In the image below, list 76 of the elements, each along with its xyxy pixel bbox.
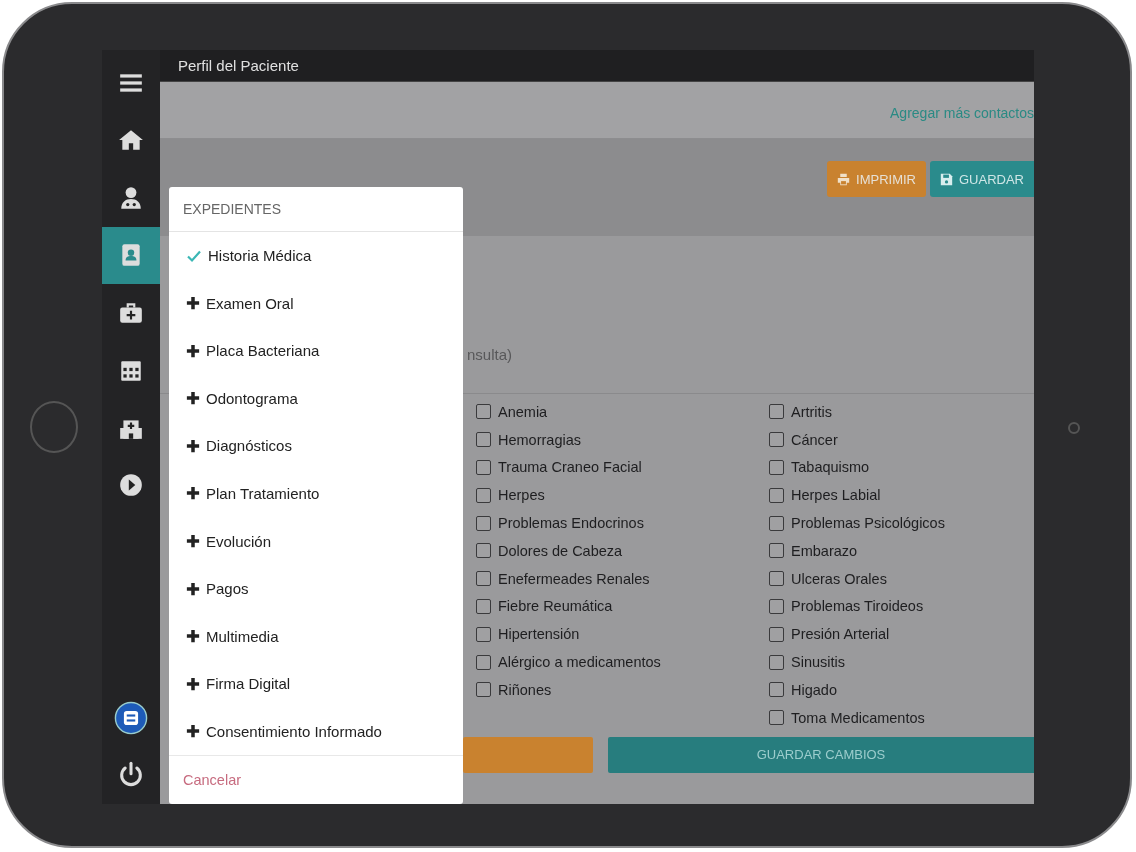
- checkbox-label: Hemorragias: [498, 431, 581, 448]
- plus-icon: [186, 676, 200, 691]
- checkbox-label: Anemia: [498, 403, 548, 420]
- checkbox[interactable]: [769, 682, 784, 698]
- checkbox-label: Cáncer: [791, 431, 838, 448]
- menu-item[interactable]: Consentimiento Informado: [169, 707, 463, 756]
- menu-title: EXPEDIENTES: [169, 187, 463, 232]
- checkbox[interactable]: [769, 598, 784, 614]
- checkbox-label: Problemas Psicológicos: [791, 515, 945, 532]
- plus-icon: [186, 629, 200, 644]
- checkbox[interactable]: [769, 487, 784, 503]
- plus-icon: [186, 391, 200, 406]
- checkbox-label: Presión Arterial: [791, 626, 890, 643]
- menu-item[interactable]: Placa Bacteriana: [169, 327, 463, 375]
- menu-item[interactable]: Historia Médica: [169, 231, 463, 280]
- checkbox[interactable]: [769, 432, 784, 448]
- checkbox-label: Herpes Labial: [791, 487, 881, 504]
- checkbox-label: Problemas Tiroideos: [791, 598, 924, 615]
- plus-icon: [186, 296, 200, 311]
- plus-icon: [186, 724, 200, 739]
- checkbox-label: Problemas Endocrinos: [498, 515, 644, 532]
- checkbox-label: Trauma Craneo Facial: [498, 459, 642, 476]
- checkbox[interactable]: [769, 626, 784, 642]
- plus-icon: [186, 581, 200, 596]
- menu-item[interactable]: Pagos: [169, 564, 463, 613]
- checkbox-label: Ulceras Orales: [791, 570, 887, 587]
- checkbox[interactable]: [476, 515, 491, 531]
- checkbox[interactable]: [769, 654, 784, 670]
- checkbox[interactable]: [769, 571, 784, 587]
- checkbox-label: Embarazo: [791, 542, 858, 559]
- checkbox[interactable]: [476, 404, 491, 420]
- checkbox[interactable]: [769, 710, 784, 726]
- checkbox-label: Hipertensión: [498, 626, 580, 643]
- plus-icon: [186, 343, 200, 358]
- menu-item[interactable]: Diagnósticos: [169, 422, 463, 470]
- cancel-button[interactable]: Cancelar: [169, 755, 463, 804]
- plus-icon: [186, 438, 200, 453]
- checkbox-label: Riñones: [498, 681, 552, 698]
- checkbox[interactable]: [769, 404, 784, 420]
- checkbox[interactable]: [476, 432, 491, 448]
- play-icon: [118, 472, 144, 499]
- checkbox[interactable]: [476, 626, 491, 642]
- camera-icon: [30, 401, 78, 453]
- menu-item[interactable]: Multimedia: [169, 612, 463, 660]
- checkbox-label: Dolores de Cabeza: [498, 542, 623, 559]
- checkbox[interactable]: [476, 682, 491, 698]
- menu-item[interactable]: Evolución: [169, 517, 463, 565]
- checkbox[interactable]: [769, 460, 784, 475]
- checkbox[interactable]: [476, 487, 491, 503]
- app-badge-icon[interactable]: [114, 700, 148, 735]
- checkbox-label: Herpes: [498, 487, 545, 504]
- menu-item[interactable]: Examen Oral: [169, 279, 463, 327]
- checkbox-label: Fiebre Reumática: [498, 598, 613, 615]
- checkbox-label: Sinusitis: [791, 654, 845, 671]
- checkbox[interactable]: [476, 543, 491, 559]
- plus-icon: [186, 534, 200, 549]
- section-text: nsulta): [467, 346, 513, 363]
- checkbox-label: Enefermeades Renales: [498, 570, 650, 587]
- checkbox-label: Alérgico a medicamentos: [498, 654, 661, 671]
- checkbox-label: Higado: [791, 681, 837, 698]
- checkbox[interactable]: [769, 543, 784, 559]
- menu-item[interactable]: Odontograma: [169, 374, 463, 423]
- checkbox[interactable]: [476, 598, 491, 614]
- menu-item[interactable]: Plan Tratamiento: [169, 469, 463, 518]
- checkbox-label: Tabaquismo: [791, 459, 870, 476]
- checkbox[interactable]: [476, 571, 491, 587]
- checkbox[interactable]: [476, 460, 491, 475]
- checkbox[interactable]: [476, 654, 491, 670]
- menu-item[interactable]: Firma Digital: [169, 659, 463, 708]
- sensor-icon: [1068, 422, 1080, 434]
- checkbox-label: Toma Medicamentos: [791, 709, 925, 726]
- checkbox-label: Artritis: [791, 403, 833, 420]
- checkbox[interactable]: [769, 515, 784, 531]
- plus-icon: [186, 486, 200, 501]
- printer-icon: [837, 172, 851, 186]
- page-title: Perfil del Paciente: [178, 57, 299, 74]
